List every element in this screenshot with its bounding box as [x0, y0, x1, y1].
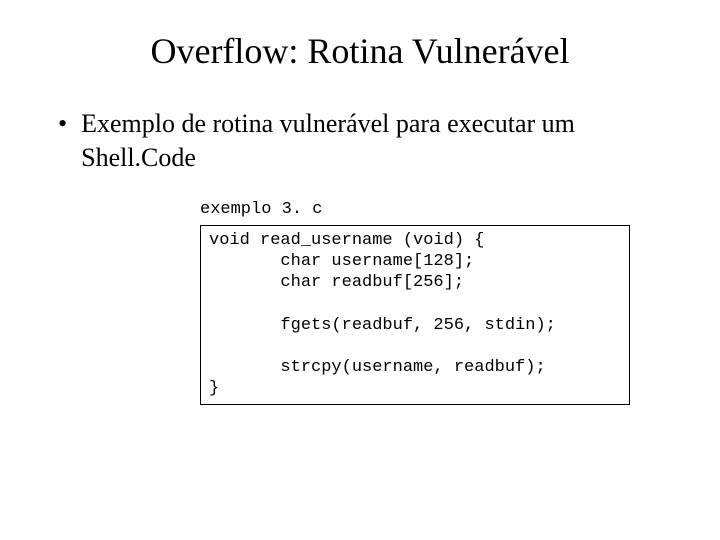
code-filename: exemplo 3. c [200, 200, 670, 219]
code-section: exemplo 3. c void read_username (void) {… [200, 200, 670, 405]
bullet-dot-icon: • [58, 107, 67, 141]
bullet-item: • Exemplo de rotina vulnerável para exec… [50, 107, 670, 175]
code-box: void read_username (void) { char usernam… [200, 225, 630, 405]
bullet-text: Exemplo de rotina vulnerável para execut… [81, 107, 670, 175]
slide-title: Overflow: Rotina Vulnerável [50, 30, 670, 72]
